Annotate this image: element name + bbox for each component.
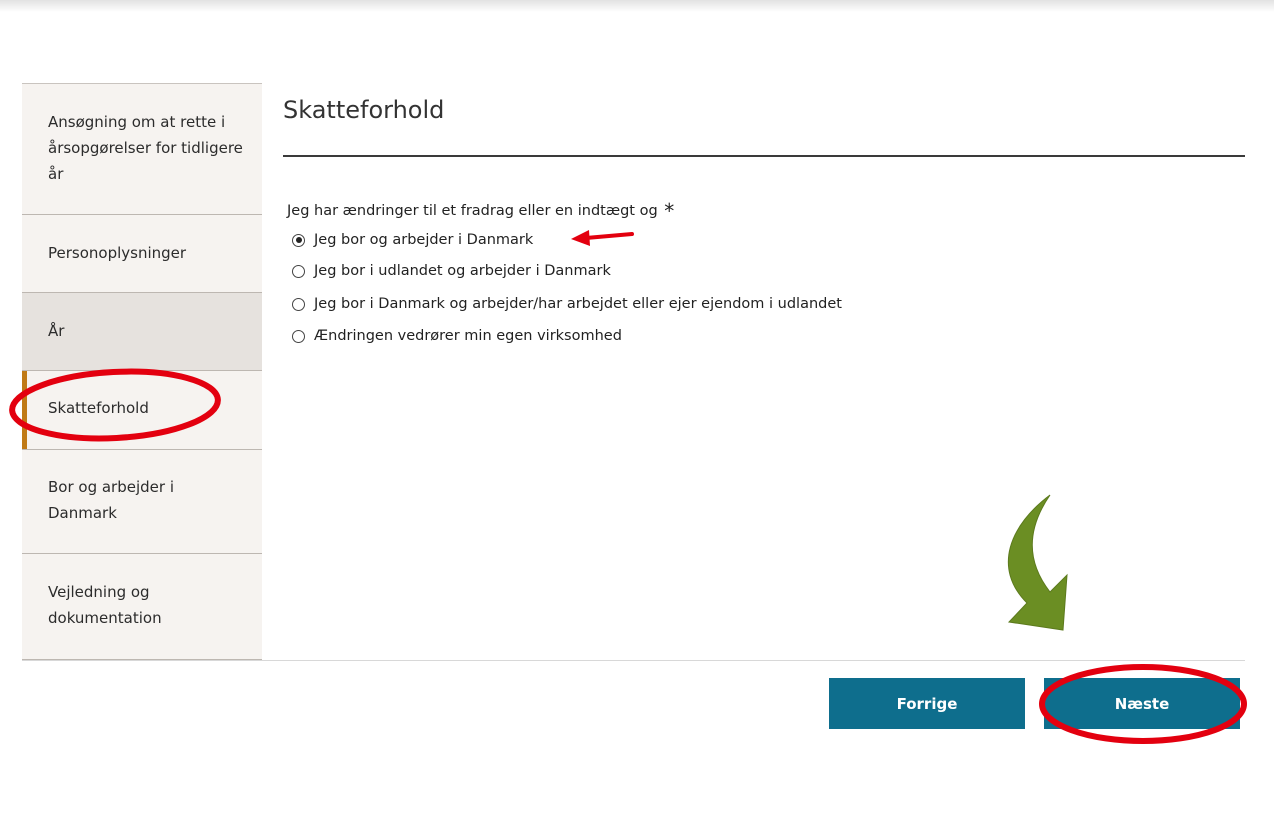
top-shadow	[0, 0, 1274, 12]
radio-option-label: Jeg bor og arbejder i Danmark	[314, 232, 534, 248]
radio-button[interactable]	[292, 329, 305, 343]
sidebar-item-bor-og-arbejder[interactable]: Bor og arbejder i Danmark	[22, 450, 262, 554]
sidebar-item-ansoegning[interactable]: Ansøgning om at rette i årsopgørelser fo…	[22, 84, 262, 215]
required-marker: *	[664, 199, 675, 223]
sidebar-item-vejledning[interactable]: Vejledning og dokumentation	[22, 554, 262, 660]
sidebar-nav: Ansøgning om at rette i årsopgørelser fo…	[22, 83, 262, 661]
radio-option-danmark[interactable]: Jeg bor og arbejder i Danmark	[292, 229, 533, 251]
sidebar-item-label: År	[48, 322, 65, 340]
next-button[interactable]: Næste	[1044, 678, 1240, 729]
sidebar-item-label: Skatteforhold	[48, 399, 149, 417]
question-text: Jeg har ændringer til et fradrag eller e…	[287, 203, 658, 219]
radio-option-label: Jeg bor i udlandet og arbejder i Danmark	[314, 263, 611, 279]
radio-button[interactable]	[292, 297, 305, 311]
red-arrow-icon	[571, 230, 634, 246]
sidebar-item-label: Vejledning og dokumentation	[48, 583, 162, 627]
radio-option-virksomhed[interactable]: Ændringen vedrører min egen virksomhed	[292, 325, 622, 347]
sidebar-item-personoplysninger[interactable]: Personoplysninger	[22, 215, 262, 293]
footer-divider	[22, 660, 1245, 661]
radio-option-ejendom-udland[interactable]: Jeg bor i Danmark og arbejder/har arbejd…	[292, 293, 842, 315]
green-arrow-icon	[1007, 494, 1068, 631]
sidebar-item-label: Personoplysninger	[48, 244, 187, 262]
sidebar-item-label: Ansøgning om at rette i årsopgørelser fo…	[48, 113, 243, 183]
radio-button-selected[interactable]	[292, 233, 305, 247]
sidebar-item-skatteforhold[interactable]: Skatteforhold	[22, 371, 262, 450]
radio-button[interactable]	[292, 264, 305, 278]
radio-option-udlandet[interactable]: Jeg bor i udlandet og arbejder i Danmark	[292, 260, 611, 282]
question-label: Jeg har ændringer til et fradrag eller e…	[287, 196, 675, 223]
active-indicator	[22, 371, 27, 449]
page-title: Skatteforhold	[283, 96, 445, 124]
radio-option-label: Jeg bor i Danmark og arbejder/har arbejd…	[314, 296, 842, 312]
title-divider	[283, 155, 1245, 157]
sidebar-item-aar[interactable]: År	[22, 293, 262, 371]
previous-button[interactable]: Forrige	[829, 678, 1025, 729]
sidebar-item-label: Bor og arbejder i Danmark	[48, 478, 174, 522]
radio-option-label: Ændringen vedrører min egen virksomhed	[314, 328, 622, 344]
